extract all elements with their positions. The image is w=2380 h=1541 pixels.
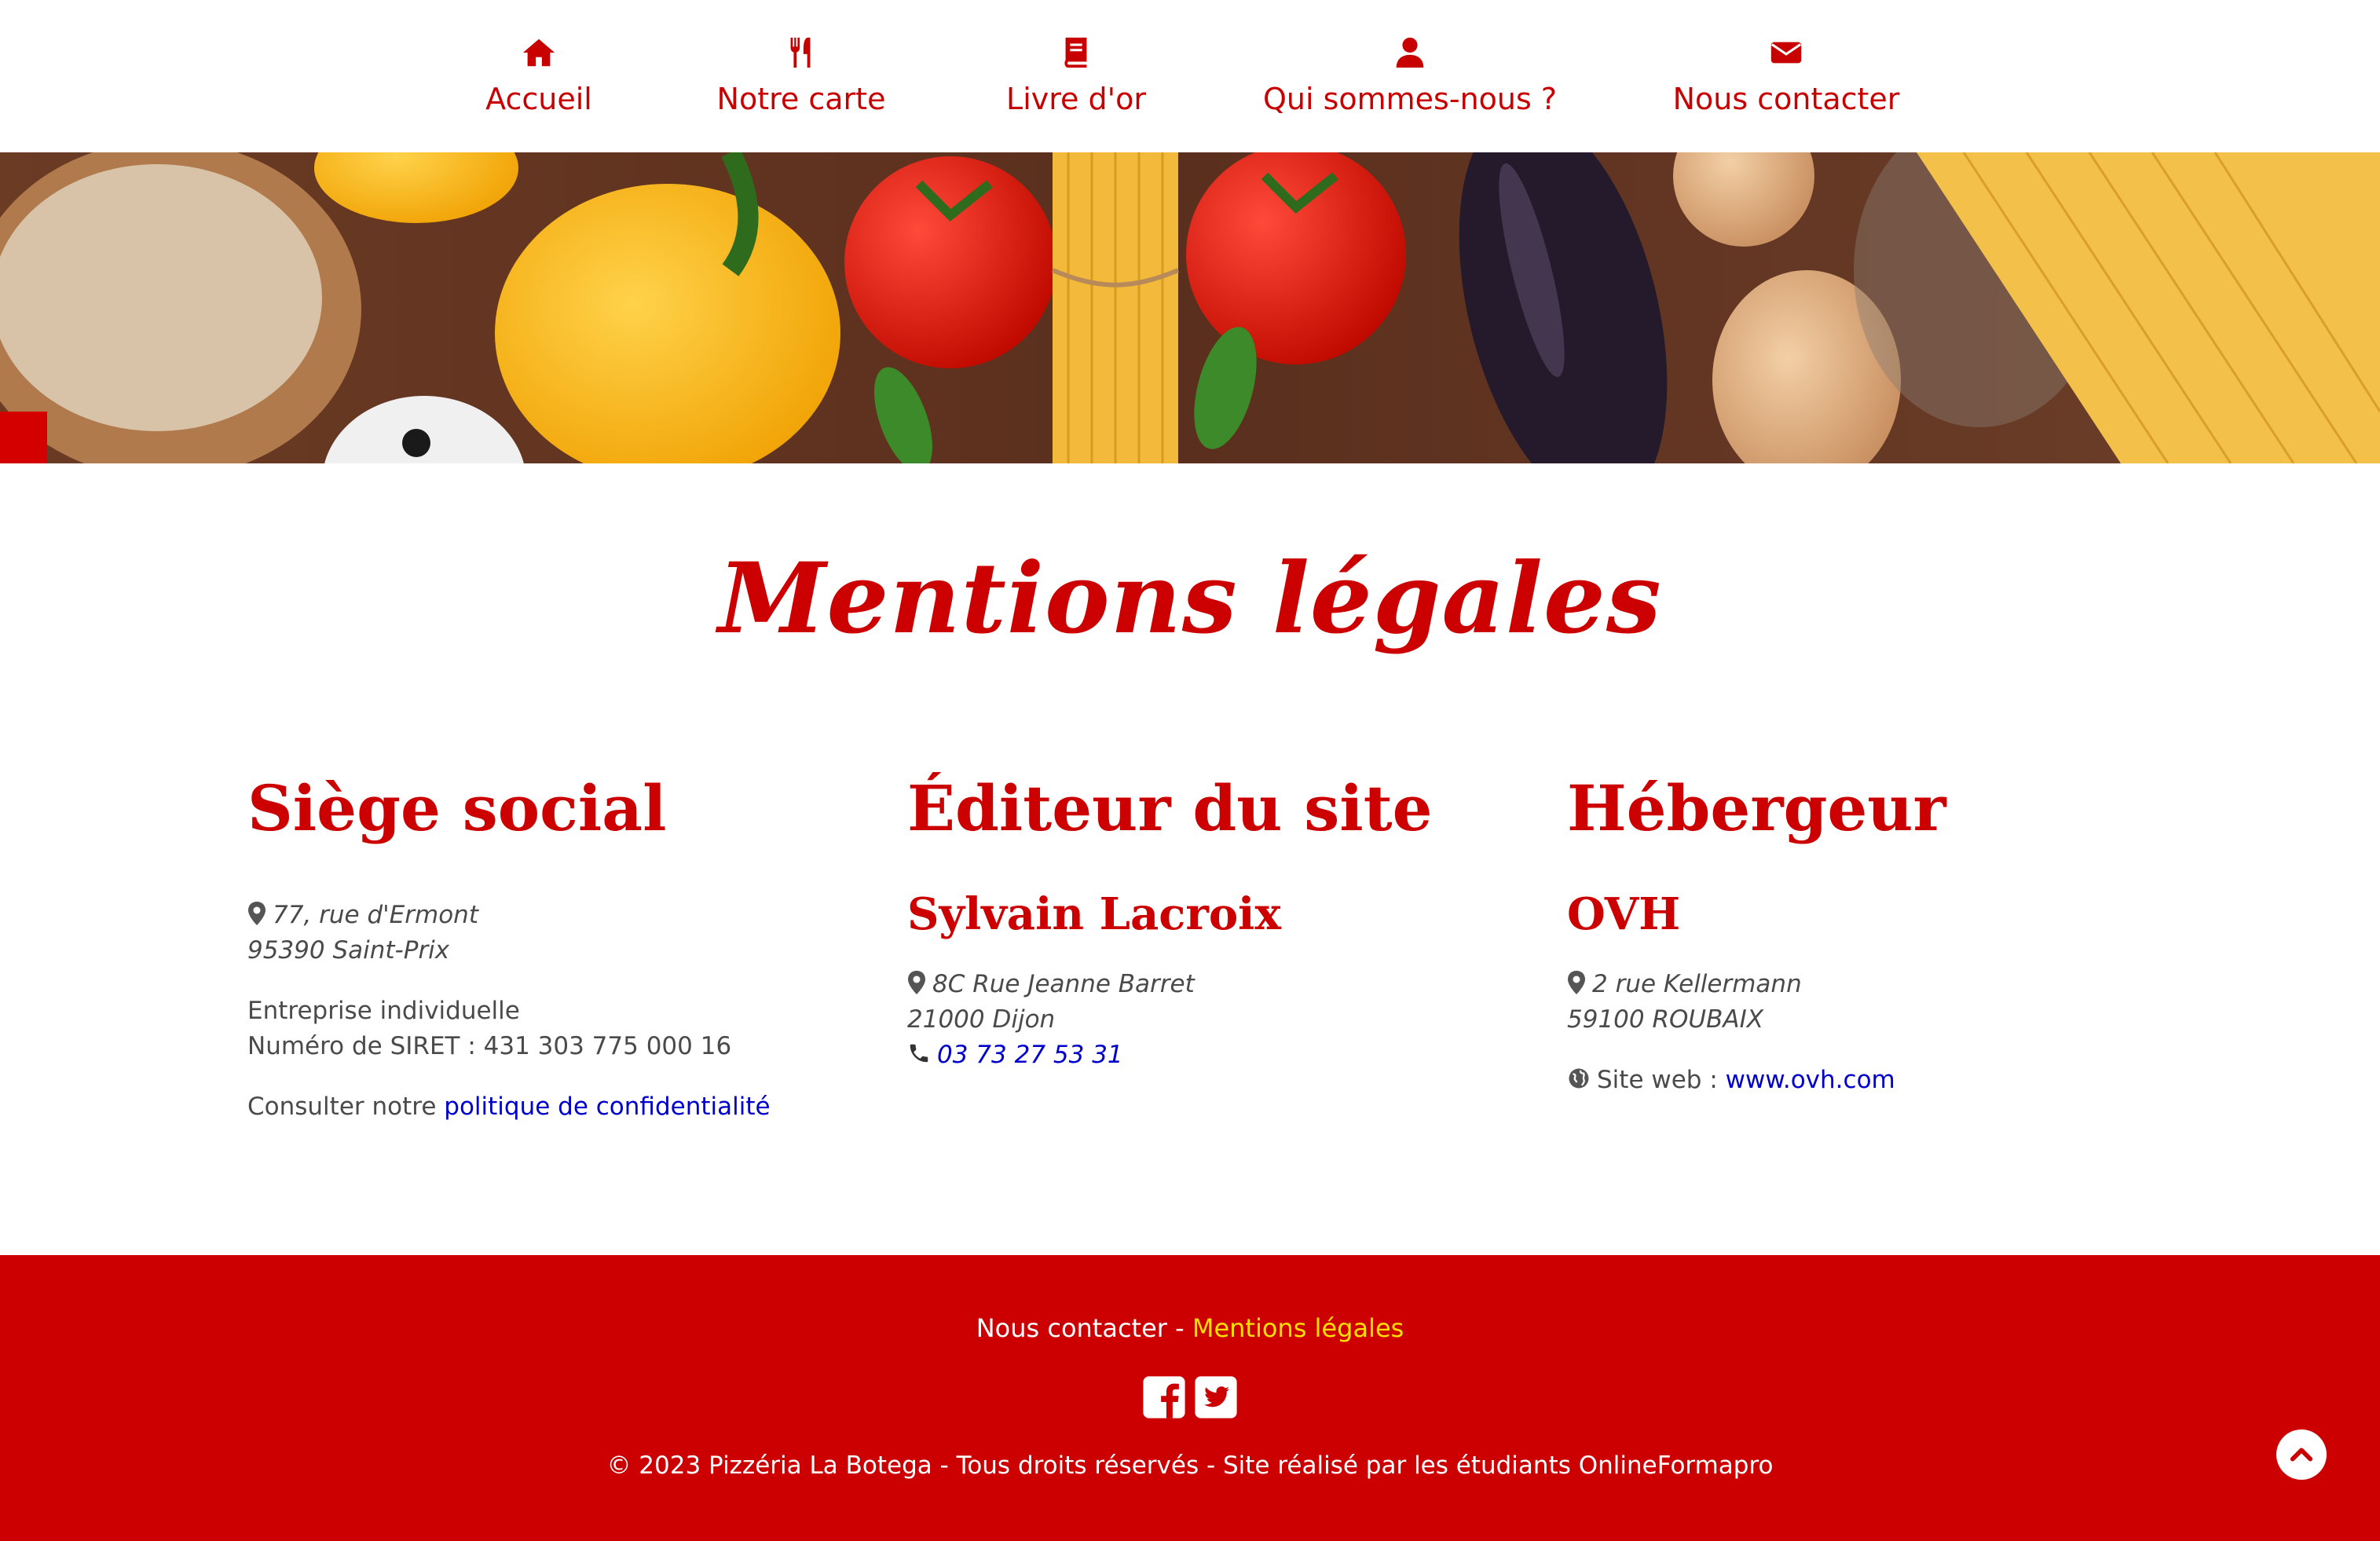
book-icon (1064, 37, 1087, 68)
editeur-address-line-1: 8C Rue Jeanne Barret (907, 967, 1536, 1002)
phone-icon (910, 1044, 928, 1063)
nav-item-nous-contacter[interactable]: Nous contacter (1673, 35, 1899, 121)
footer-links: Nous contacter - Mentions légales (0, 1313, 2380, 1343)
editeur-address-2: 21000 Dijon (907, 1005, 1056, 1034)
envelope-icon (1770, 42, 1802, 64)
banner-image (0, 152, 2380, 463)
hebergeur-address-1: 2 rue Kellermann (1592, 970, 1802, 998)
hebergeur-section: Hébergeur OVH 2 rue Kellermann 59100 ROU… (1567, 774, 2195, 1098)
ovh-website-link[interactable]: www.ovh.com (1726, 1066, 1895, 1094)
nav-label: Qui sommes-nous ? (1262, 82, 1558, 116)
globe-icon (1569, 1068, 1589, 1089)
hebergeur-address-line-1: 2 rue Kellermann (1567, 967, 2195, 1002)
nav-label: Livre d'or (1006, 82, 1146, 116)
nav-label: Nous contacter (1672, 82, 1900, 116)
nav-item-livre-dor[interactable]: Livre d'or (1006, 35, 1146, 121)
map-marker-icon (908, 971, 925, 994)
facebook-icon[interactable] (1141, 1374, 1187, 1420)
chevron-up-icon (2290, 1448, 2313, 1462)
siege-address-2: 95390 Saint-Prix (247, 936, 450, 964)
copyright: © 2023 Pizzéria La Botega - Tous droits … (606, 1451, 1774, 1480)
nav-label: Accueil (485, 82, 592, 116)
home-icon (522, 38, 555, 67)
hebergeur-address-2: 59100 ROUBAIX (1567, 1005, 1763, 1034)
footer: Nous contacter - Mentions légales © 2023… (0, 1255, 2380, 1541)
hebergeur-heading: Hébergeur (1567, 771, 1946, 845)
footer-contact-link[interactable]: Nous contacter (976, 1313, 1167, 1343)
editeur-phone-link[interactable]: 03 73 27 53 31 (937, 1041, 1123, 1069)
privacy-line: Consulter notre politique de confidentia… (247, 1089, 876, 1125)
main-navigation: Accueil Notre carte Livre d'or Qui somme… (0, 0, 2380, 152)
editeur-phone-line: 03 73 27 53 31 (907, 1038, 1536, 1073)
nav-item-qui-sommes-nous[interactable]: Qui sommes-nous ? (1263, 35, 1557, 121)
scroll-to-top-button[interactable] (2276, 1429, 2327, 1480)
nav-label: Notre carte (716, 82, 886, 116)
fork-knife-icon (790, 37, 811, 68)
siege-social-section: Siège social 77, rue d'Ermont 95390 Sain… (247, 774, 876, 1125)
editeur-section: Éditeur du site Sylvain Lacroix 8C Rue J… (907, 774, 1536, 1073)
footer-separator: - (1166, 1313, 1192, 1343)
editeur-address-1: 8C Rue Jeanne Barret (932, 970, 1195, 998)
nav-item-notre-carte[interactable]: Notre carte (715, 35, 888, 121)
footer-legal-link[interactable]: Mentions légales (1192, 1313, 1404, 1343)
map-marker-icon (248, 902, 265, 925)
twitter-icon[interactable] (1193, 1374, 1239, 1420)
privacy-policy-link[interactable]: politique de confidentialité (444, 1093, 770, 1121)
siege-social-heading: Siège social (247, 771, 667, 845)
hebergeur-name: OVH (1567, 888, 1681, 940)
siege-siret: Numéro de SIRET : 431 303 775 000 16 (247, 1032, 732, 1060)
social-links (1141, 1374, 1239, 1420)
map-marker-icon (1568, 971, 1585, 994)
siege-company-type: Entreprise individuelle (247, 997, 520, 1025)
consult-text: Consulter notre (247, 1093, 445, 1121)
hebergeur-site-line: Site web : www.ovh.com (1567, 1063, 2195, 1098)
page-title: Mentions légales (718, 542, 1662, 656)
nav-item-accueil[interactable]: Accueil (485, 35, 592, 121)
siege-address-line-1: 77, rue d'Ermont (247, 898, 876, 933)
siege-address-1: 77, rue d'Ermont (273, 901, 478, 929)
user-icon (1396, 37, 1424, 68)
editeur-heading: Éditeur du site (907, 771, 1433, 845)
editeur-name: Sylvain Lacroix (907, 888, 1281, 940)
site-web-label: Site web : (1597, 1066, 1726, 1094)
